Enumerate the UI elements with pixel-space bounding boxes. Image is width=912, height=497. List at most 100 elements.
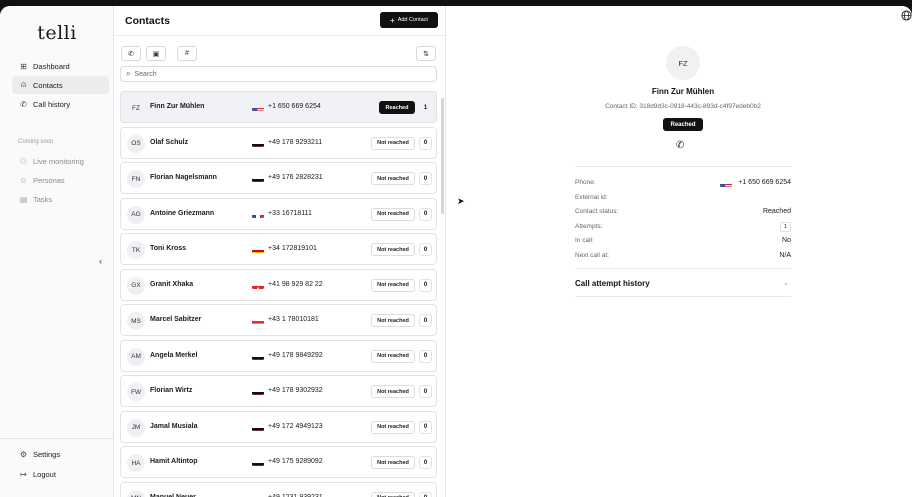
status-badge: Reached (379, 101, 415, 114)
search-input[interactable]: ⌕ Search (120, 66, 437, 82)
fr-flag-icon (252, 210, 264, 218)
mouse-cursor-icon: ➤ (457, 196, 465, 206)
contact-row[interactable]: AM Angela Merkel +49 178 9849292 Not reache… (120, 339, 437, 372)
detail-divider (575, 166, 791, 167)
globe-icon[interactable] (901, 10, 912, 24)
sidebar-item-tasks: ▤ Tasks (12, 190, 109, 208)
call-icon[interactable]: ✆ (676, 140, 684, 151)
status-badge: Not reached (371, 243, 415, 256)
attempts-count: 0 (419, 314, 432, 327)
de-flag-icon (252, 139, 264, 147)
sidebar-item-call-history[interactable]: ✆ Call history (12, 95, 109, 113)
contact-name: Toni Kross (150, 245, 187, 252)
status-badge: Not reached (371, 278, 415, 292)
sidebar-item-dashboard[interactable]: ⊞ Dashboard (12, 57, 109, 75)
clipboard-icon: ▤ (19, 194, 28, 204)
attempts-count: 0 (419, 207, 432, 221)
contact-phone: +49 178 9293211 (268, 138, 323, 146)
avatar: AM (127, 347, 145, 366)
sidebar-nav: ⊞ Dashboard ⍝ Contacts ✆ Call history (12, 57, 109, 114)
sidebar-item-settings[interactable]: ⚙ Settings (12, 445, 102, 464)
contact-status-value: Reached (762, 208, 791, 215)
coming-soon-label: Coming soon (18, 139, 54, 145)
next-call-value: N/A (779, 252, 791, 259)
sidebar-item-label: Logout (33, 470, 56, 479)
avatar: TK (127, 241, 145, 259)
contact-phone: +49 1231 939231 (268, 493, 323, 497)
us-flag-icon (252, 103, 264, 111)
sidebar-item-label: Tasks (33, 194, 53, 204)
contact-phone: +34 172819101 (268, 245, 317, 252)
de-flag-icon (252, 174, 264, 182)
app-logo: telli (37, 22, 77, 44)
sidebar-item-label: Dashboard (33, 61, 70, 71)
phone-filter-button[interactable]: ✆ (121, 46, 141, 61)
chevron-down-icon[interactable]: ⌄ (783, 279, 789, 287)
attempts-count: 0 (419, 456, 432, 469)
sidebar-item-personas: ☺ Personas (12, 171, 109, 189)
contact-name: Manuel Neuer (150, 493, 196, 497)
sidebar-item-contacts[interactable]: ⍝ Contacts (12, 76, 109, 94)
hash-filter-button[interactable]: # (177, 46, 197, 61)
contact-phone: +49 176 2828231 (268, 174, 323, 181)
contact-phone: +1 650 669 6254 (268, 103, 321, 110)
add-contact-button[interactable]: + Add Contact (380, 12, 438, 28)
status-badge: Not reached (371, 456, 415, 469)
in-call-value: No (782, 237, 791, 244)
contact-phone: +49 175 9289092 (268, 458, 323, 465)
de-flag-icon (252, 458, 264, 466)
plus-icon: + (390, 15, 395, 25)
attempts-count: 0 (419, 491, 432, 497)
de-flag-icon (252, 423, 264, 431)
list-scrollbar[interactable] (441, 98, 444, 214)
mask-icon: ☺ (19, 175, 28, 185)
phone-label: Phone: (575, 179, 596, 186)
de-flag-icon (252, 387, 264, 395)
contact-row[interactable]: JM Jamal Musiala +49 172 4949123 Not reache… (120, 410, 437, 443)
avatar: FZ (132, 104, 140, 112)
detail-name: Finn Zur Mühlen (651, 87, 715, 96)
detail-contact-id: Contact ID: 318d9d3c-0918-443c-893d-c4f9… (605, 103, 761, 110)
attempts-count: 0 (419, 420, 432, 434)
status-badge: Not reached (371, 136, 415, 150)
contact-phone: +33 16718111 (268, 209, 312, 217)
contact-row[interactable]: MS Marcel Sabitzer +43 1 78010181 Not reach… (120, 304, 437, 336)
calendar-filter-button[interactable]: ▣ (146, 46, 166, 61)
sidebar-item-logout[interactable]: ↦ Logout (12, 465, 102, 484)
contact-phone: +41 98 929 82 22 (268, 280, 323, 288)
status-badge: Not reached (371, 314, 415, 327)
sort-button[interactable]: ⇅ (416, 46, 436, 61)
contact-row[interactable]: FZ Finn Zur Mühlen +1 650 669 6254 Reached 1 (120, 91, 437, 123)
contact-status-label: Contact status: (575, 208, 619, 215)
contact-row[interactable]: FN Florian Nagelsmann +49 176 2828231 Not r… (120, 162, 437, 194)
sidebar-item-label: Personas (33, 175, 65, 185)
contact-row[interactable]: MN Manuel Neuer +49 1231 939231 Not reached… (120, 481, 437, 497)
sidebar: telli ⊞ Dashboard ⍝ Contacts ✆ Call history C… (0, 6, 114, 497)
contacts-panel: Contacts + Add Contact ✆ ▣ # ⇅ ⌕ Search … (114, 6, 446, 497)
next-call-label: Next call at: (575, 252, 609, 259)
contact-row[interactable]: AG Antoine Griezmann +33 16718111 Not reach… (120, 197, 437, 230)
collapse-sidebar-icon[interactable]: ‹ (99, 256, 102, 266)
phone-value: +1 650 669 6254 (738, 179, 791, 186)
at-flag-icon (252, 316, 264, 324)
contact-row[interactable]: TK Toni Kross +34 172819101 Not reached 0 (120, 233, 437, 265)
contact-name: Florian Nagelsmann (150, 174, 217, 181)
contact-row[interactable]: GX Granit Xhaka +41 98 929 82 22 Not reache… (120, 268, 437, 301)
search-icon: ⌕ (126, 69, 131, 78)
contact-name: Antoine Griezmann (150, 209, 215, 217)
attempts-count: 0 (419, 349, 432, 363)
call-history-section-title[interactable]: Call attempt history (575, 279, 650, 288)
sidebar-item-label: Live monitoring (33, 156, 84, 166)
contact-name: Jamal Musiala (150, 422, 198, 430)
phone-filter-icon: ✆ (128, 50, 134, 58)
attempts-count: 0 (419, 385, 432, 398)
app-window: telli ⊞ Dashboard ⍝ Contacts ✆ Call history C… (0, 6, 912, 497)
contact-row[interactable]: HA Hamit Altintop +49 175 9289092 Not reach… (120, 446, 437, 478)
contact-row[interactable]: FW Florian Wirtz +49 178 9302932 Not reache… (120, 375, 437, 407)
contact-name: Granit Xhaka (150, 280, 194, 288)
contact-row[interactable]: OS Olaf Schulz +49 178 9293211 Not reached 0 (120, 126, 437, 159)
attempts-value: 1 (780, 222, 791, 232)
attempts-count: 0 (419, 243, 432, 256)
phone-icon: ✆ (20, 99, 27, 109)
status-badge: Not reached (371, 172, 415, 185)
